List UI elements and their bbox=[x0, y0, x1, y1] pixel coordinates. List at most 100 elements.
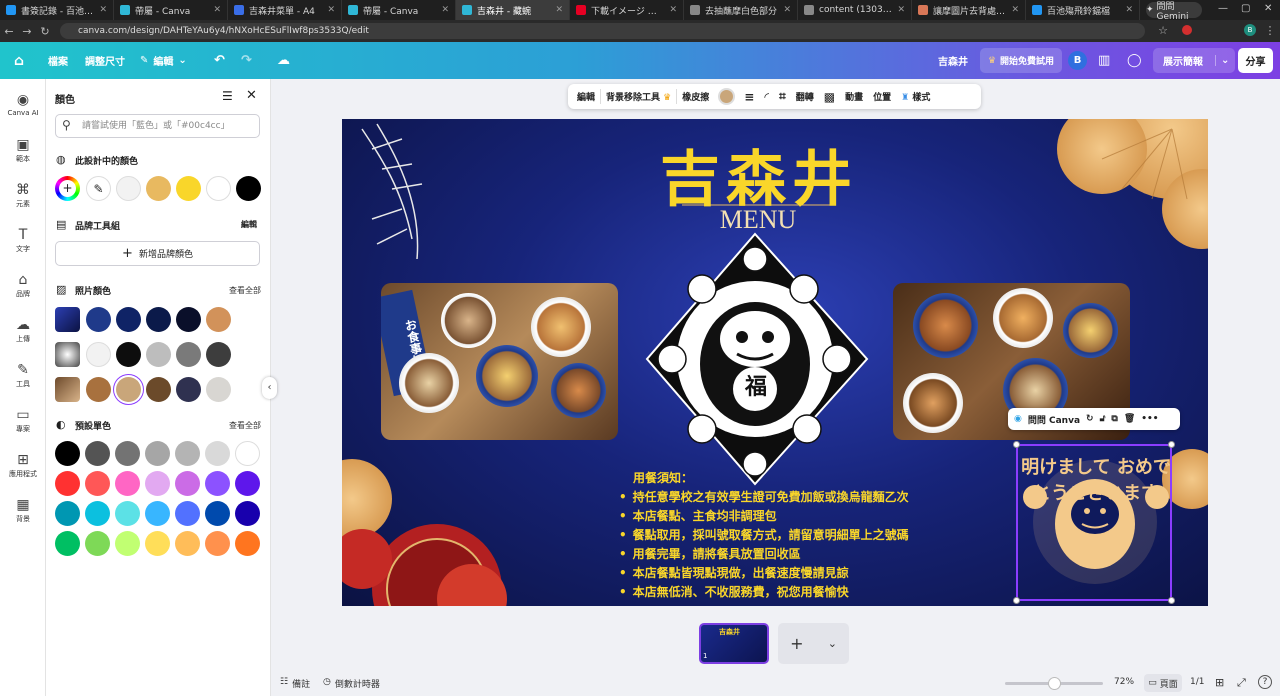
selection-box[interactable] bbox=[1016, 444, 1172, 601]
food-photo-left[interactable]: お食事処 bbox=[381, 283, 618, 440]
browser-tab[interactable]: content (1303×1207) ✕ bbox=[798, 0, 912, 20]
reload-icon[interactable]: ↻ bbox=[36, 25, 54, 38]
color-swatch[interactable] bbox=[235, 501, 260, 526]
close-window-icon[interactable]: ✕ bbox=[1264, 3, 1272, 14]
comment-icon[interactable]: ◯ bbox=[1127, 42, 1142, 79]
resize-handle[interactable] bbox=[1013, 441, 1020, 448]
color-swatch[interactable] bbox=[206, 307, 231, 332]
color-swatch[interactable] bbox=[175, 471, 200, 496]
chevron-down-icon[interactable]: ⌄ bbox=[828, 637, 837, 650]
timer-button[interactable]: ◷ 倒數計時器 bbox=[323, 677, 380, 690]
default-colors-see-all[interactable]: 查看全部 bbox=[229, 420, 261, 431]
color-swatch[interactable] bbox=[146, 342, 171, 367]
close-icon[interactable]: ✕ bbox=[246, 88, 257, 103]
lock-icon[interactable]: 🔓︎ bbox=[1100, 414, 1106, 424]
position-button[interactable]: 位置 bbox=[868, 90, 896, 103]
edit-menu[interactable]: ✎ 編輯 ⌄ bbox=[140, 42, 187, 79]
help-icon[interactable]: ? bbox=[1258, 675, 1272, 689]
color-swatch[interactable] bbox=[115, 501, 140, 526]
close-tab-icon[interactable]: ✕ bbox=[1125, 5, 1133, 15]
color-swatch[interactable] bbox=[86, 377, 111, 402]
eyedropper-button[interactable]: ✎ bbox=[86, 176, 111, 201]
style-button[interactable]: ♜ 樣式 bbox=[896, 90, 935, 103]
zoom-level[interactable]: 72% bbox=[1114, 677, 1134, 687]
color-swatch[interactable] bbox=[205, 501, 230, 526]
animate-button[interactable]: 動畫 bbox=[840, 90, 868, 103]
color-swatch[interactable] bbox=[175, 501, 200, 526]
browser-tab[interactable]: 吉森井菜單 - A4 ✕ bbox=[228, 0, 342, 20]
close-tab-icon[interactable]: ✕ bbox=[783, 5, 791, 15]
insights-icon[interactable]: ▥ bbox=[1098, 42, 1110, 79]
collapse-panel-button[interactable]: ‹ bbox=[262, 377, 277, 399]
color-swatch[interactable] bbox=[116, 307, 141, 332]
close-tab-icon[interactable]: ✕ bbox=[99, 5, 107, 15]
delete-icon[interactable]: 🗑︎ bbox=[1124, 414, 1135, 424]
color-swatch[interactable] bbox=[205, 531, 230, 556]
color-swatch[interactable] bbox=[55, 501, 80, 526]
browser-tab[interactable]: 去抽蘸摩白色部分 ✕ bbox=[684, 0, 798, 20]
grid-view-icon[interactable]: ⊞ bbox=[1215, 676, 1224, 689]
minimize-icon[interactable]: — bbox=[1218, 3, 1228, 14]
free-trial-button[interactable]: ♛ 開始免費試用 bbox=[980, 48, 1062, 73]
maximize-icon[interactable]: ▢ bbox=[1241, 3, 1250, 14]
resize-handle[interactable] bbox=[1013, 597, 1020, 604]
color-search-input[interactable]: 請嘗試使用「藍色」或「#00c4cc」 bbox=[55, 114, 260, 138]
browser-tab[interactable]: 讓摩圖片去背處理 - Claude ✕ bbox=[912, 0, 1026, 20]
close-tab-icon[interactable]: ✕ bbox=[1011, 5, 1019, 15]
eraser-button[interactable]: 橡皮擦 bbox=[677, 90, 714, 103]
rail-item[interactable]: ⊞ 應用程式 bbox=[0, 451, 46, 479]
corner-rounding-icon[interactable]: ◜ bbox=[759, 90, 774, 104]
border-style-icon[interactable]: ≡ bbox=[739, 90, 759, 104]
chevron-down-icon[interactable]: ⌄ bbox=[1215, 55, 1229, 66]
color-swatch[interactable] bbox=[115, 441, 140, 466]
home-icon[interactable]: ⌂ bbox=[14, 42, 24, 79]
photo-thumbnail[interactable] bbox=[55, 307, 80, 332]
photo-colors-see-all[interactable]: 查看全部 bbox=[229, 285, 261, 296]
profile-icon[interactable]: B bbox=[1244, 24, 1256, 36]
photo-thumbnail[interactable] bbox=[55, 377, 80, 402]
file-menu[interactable]: 檔案 bbox=[48, 42, 68, 79]
color-swatch[interactable] bbox=[85, 531, 110, 556]
transparency-icon[interactable]: ▩ bbox=[819, 90, 840, 104]
close-tab-icon[interactable]: ✕ bbox=[897, 5, 905, 15]
extension-icon[interactable] bbox=[1182, 25, 1192, 35]
rail-item[interactable]: ▦ 背景 bbox=[0, 496, 46, 524]
share-button[interactable]: 分享 bbox=[1238, 48, 1273, 73]
color-swatch[interactable] bbox=[176, 176, 201, 201]
redo-icon[interactable]: ↷ bbox=[241, 42, 252, 79]
undo-icon[interactable]: ↶ bbox=[214, 42, 225, 79]
rotate-icon[interactable]: ↻ bbox=[1086, 414, 1094, 424]
avatar[interactable]: B bbox=[1068, 51, 1087, 70]
color-swatch[interactable] bbox=[175, 531, 200, 556]
background-remover-button[interactable]: 背景移除工具 ♛ bbox=[601, 90, 676, 103]
color-swatch[interactable] bbox=[145, 471, 170, 496]
browser-tab[interactable]: 吉森井 - 藏蜿 ✕ bbox=[456, 0, 570, 20]
brand-kit-edit-link[interactable]: 編輯 bbox=[241, 219, 257, 230]
color-swatch[interactable] bbox=[116, 377, 141, 402]
color-swatch[interactable] bbox=[115, 471, 140, 496]
color-swatch[interactable] bbox=[145, 531, 170, 556]
photo-thumbnail[interactable] bbox=[55, 342, 80, 367]
gemini-button[interactable]: ✦ 問問 Gemini bbox=[1146, 2, 1202, 22]
color-swatch[interactable] bbox=[86, 342, 111, 367]
color-swatch[interactable] bbox=[85, 471, 110, 496]
ask-canva-button[interactable]: 問問 Canva bbox=[1028, 413, 1080, 426]
crop-icon[interactable]: ⌗ bbox=[774, 89, 791, 104]
rail-item[interactable]: ☁ 上傳 bbox=[0, 316, 46, 344]
color-swatch[interactable] bbox=[206, 176, 231, 201]
present-button[interactable]: 展示簡報 ⌄ bbox=[1153, 48, 1235, 73]
edit-image-button[interactable]: 編輯 bbox=[572, 90, 600, 103]
color-swatch[interactable] bbox=[145, 441, 170, 466]
color-swatch[interactable] bbox=[55, 471, 80, 496]
pages-view-button[interactable]: ▭ 頁面 bbox=[1144, 674, 1182, 692]
cloud-save-icon[interactable]: ☁ bbox=[277, 42, 290, 79]
rail-item[interactable]: ✎ 工具 bbox=[0, 361, 46, 389]
color-swatch[interactable] bbox=[115, 531, 140, 556]
color-swatch[interactable] bbox=[85, 501, 110, 526]
color-swatch[interactable] bbox=[205, 441, 230, 466]
menu-subtitle[interactable]: MENU bbox=[694, 205, 822, 235]
color-swatch[interactable] bbox=[176, 377, 201, 402]
add-page-button[interactable]: + ⌄ bbox=[778, 623, 849, 664]
list-view-icon[interactable]: ☰ bbox=[222, 89, 233, 103]
color-swatch[interactable] bbox=[146, 307, 171, 332]
